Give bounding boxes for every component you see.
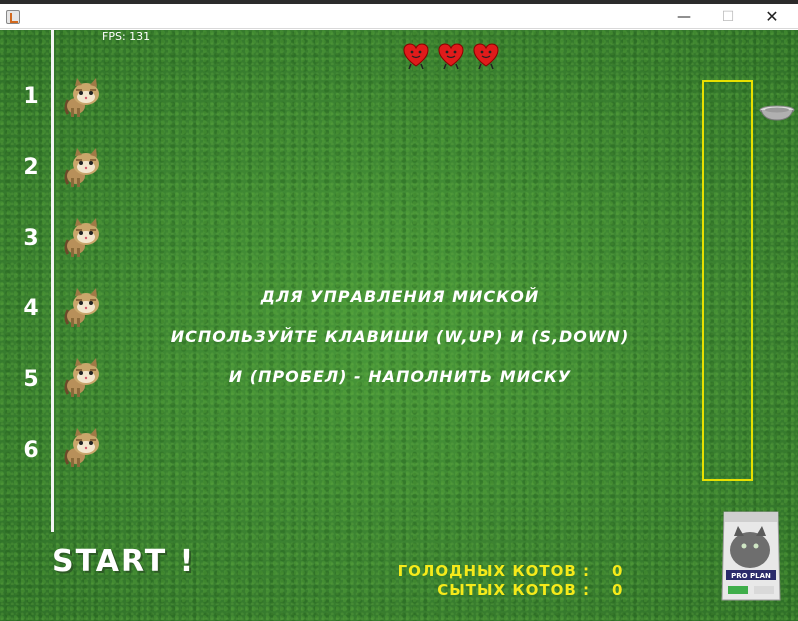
instruction-line-3: И (ПРОБЕЛ) - НАПОЛНИТЬ МИСКУ <box>228 367 572 386</box>
minimize-button[interactable]: — <box>662 4 706 29</box>
instructions-text: ДЛЯ УПРАВЛЕНИЯ МИСКОЙ ИСПОЛЬЗУЙТЕ КЛАВИШ… <box>130 285 670 405</box>
heart-icon <box>473 43 499 70</box>
fed-cats-stat: СЫТЫХ КОТОВ : <box>380 581 590 601</box>
lane-number-6: 6 <box>23 438 39 463</box>
lane-number-4: 4 <box>23 296 39 321</box>
maximize-button[interactable]: ☐ <box>706 4 750 29</box>
lane-number-3: 3 <box>23 226 39 251</box>
lane-number-5: 5 <box>23 367 39 392</box>
java-app-icon <box>6 10 20 24</box>
lane-number-2: 2 <box>23 155 39 180</box>
start-button[interactable]: START ! <box>52 544 195 579</box>
cat-icon <box>64 148 99 187</box>
game-field[interactable]: FPS: 131 1 2 3 4 5 6 ДЛЯ УПРАВЛЕНИЯ МИСК… <box>0 30 798 621</box>
instruction-line-1: ДЛЯ УПРАВЛЕНИЯ МИСКОЙ <box>260 287 540 306</box>
hungry-cats-label: ГОЛОДНЫХ КОТОВ : <box>397 562 590 580</box>
cat-icon <box>64 358 99 397</box>
cat-icon <box>64 218 99 257</box>
instruction-line-2: ИСПОЛЬЗУЙТЕ КЛАВИШИ (W,UP) И (S,DOWN) <box>170 327 630 346</box>
fed-cats-value: 0 <box>612 581 624 599</box>
hungry-cats-value: 0 <box>612 562 624 580</box>
cat-icon <box>64 78 99 117</box>
food-bag-icon: PRO PLAN <box>721 511 781 601</box>
window-titlebar: — ☐ ✕ <box>0 4 798 29</box>
lane-boundary-line <box>51 30 54 532</box>
food-bag-brand: PRO PLAN <box>731 572 771 580</box>
hungry-cats-stat: ГОЛОДНЫХ КОТОВ : <box>380 562 590 582</box>
close-button[interactable]: ✕ <box>750 4 794 29</box>
cat-icon <box>64 428 99 467</box>
fps-counter: FPS: 131 <box>102 30 151 43</box>
lane-number-1: 1 <box>23 84 39 109</box>
heart-icon <box>438 43 464 70</box>
fed-cats-label: СЫТЫХ КОТОВ : <box>437 581 590 599</box>
bowl-icon[interactable] <box>758 104 796 122</box>
bowl-fill-meter <box>702 80 753 481</box>
heart-icon <box>403 43 429 70</box>
cat-icon <box>64 288 99 327</box>
